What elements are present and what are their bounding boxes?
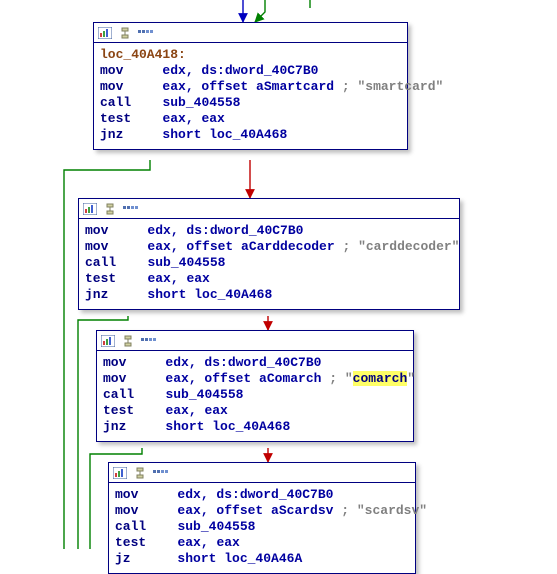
node-toolbar — [97, 331, 413, 351]
flow-icon[interactable] — [133, 467, 147, 479]
flow-icon[interactable] — [118, 27, 132, 39]
hex-icon[interactable] — [123, 203, 139, 215]
node-disassembly: mov edx, ds:dword_40C7B0 mov eax, offset… — [97, 351, 413, 441]
chart-icon[interactable] — [83, 203, 97, 215]
node-toolbar — [79, 199, 459, 219]
cfg-node-loc_40A418[interactable]: loc_40A418: mov edx, ds:dword_40C7B0 mov… — [93, 22, 408, 150]
cfg-node-carddecoder[interactable]: mov edx, ds:dword_40C7B0 mov eax, offset… — [78, 198, 460, 310]
flow-icon[interactable] — [121, 335, 135, 347]
block-label: loc_40A418: — [100, 47, 186, 62]
node-disassembly: mov edx, ds:dword_40C7B0 mov eax, offset… — [109, 483, 415, 573]
chart-icon[interactable] — [98, 27, 112, 39]
search-highlight: comarch — [353, 371, 408, 386]
flow-icon[interactable] — [103, 203, 117, 215]
hex-icon[interactable] — [138, 27, 154, 39]
node-disassembly: loc_40A418: mov edx, ds:dword_40C7B0 mov… — [94, 43, 407, 149]
node-toolbar — [109, 463, 415, 483]
cfg-node-scardsv[interactable]: mov edx, ds:dword_40C7B0 mov eax, offset… — [108, 462, 416, 574]
cfg-node-comarch[interactable]: mov edx, ds:dword_40C7B0 mov eax, offset… — [96, 330, 414, 442]
hex-icon[interactable] — [141, 335, 157, 347]
chart-icon[interactable] — [101, 335, 115, 347]
hex-icon[interactable] — [153, 467, 169, 479]
node-toolbar — [94, 23, 407, 43]
node-disassembly: mov edx, ds:dword_40C7B0 mov eax, offset… — [79, 219, 459, 309]
chart-icon[interactable] — [113, 467, 127, 479]
